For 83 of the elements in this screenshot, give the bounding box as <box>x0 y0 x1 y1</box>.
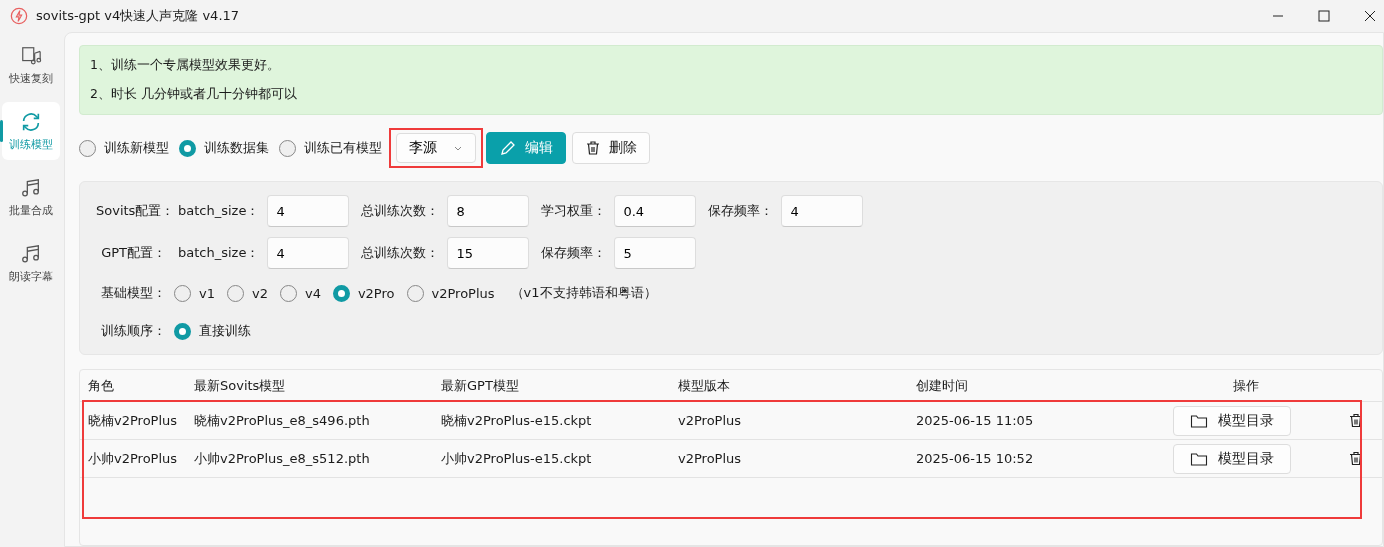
table-cell-text: 小帅v2ProPlus_e8_s512.pth <box>193 449 371 468</box>
column-header: 最新Sovits模型 <box>193 376 287 395</box>
radio-option[interactable]: v2ProPlus <box>406 284 495 302</box>
radio-label: 直接训练 <box>199 322 251 340</box>
maximize-icon[interactable] <box>1318 10 1330 22</box>
close-icon[interactable] <box>1364 10 1376 22</box>
radio-circle[interactable] <box>406 284 424 302</box>
folder-icon <box>1190 412 1208 429</box>
table-cell-text: 2025-06-15 10:52 <box>915 451 1035 466</box>
column-header: 模型版本 <box>677 376 731 395</box>
radio-label: 训练新模型 <box>104 139 169 157</box>
radio-option[interactable]: 直接训练 <box>174 322 251 340</box>
field-label: 保存频率： <box>541 244 607 262</box>
sidebar-item[interactable]: 朗读字幕 <box>2 234 60 292</box>
music-note-icon <box>20 176 42 199</box>
model-folder-button[interactable]: 模型目录 <box>1173 443 1291 474</box>
pencil-icon <box>499 139 517 157</box>
column-header: 创建时间 <box>915 376 969 395</box>
config-label: 训练顺序： <box>100 322 166 340</box>
radio-option[interactable]: 训练新模型 <box>79 139 169 157</box>
radio-option[interactable]: v2 <box>226 284 268 302</box>
sidebar-item[interactable]: 训练模型 <box>2 102 60 160</box>
table-cell-text: 小帅v2ProPlus-e15.ckpt <box>440 449 593 468</box>
radio-circle[interactable] <box>79 139 96 157</box>
table-cell-text: v2ProPlus <box>677 451 743 466</box>
radio-label: v1 <box>199 285 215 301</box>
radio-option[interactable]: 训练数据集 <box>179 139 269 157</box>
radio-option[interactable]: v4 <box>279 284 321 302</box>
number-field[interactable]: 0.4 <box>614 195 697 227</box>
tip-text: 1、训练一个专属模型效果更好。 <box>90 57 281 74</box>
radio-circle[interactable] <box>174 284 191 302</box>
field-label: 总训练次数： <box>361 202 440 220</box>
radio-label: v2Pro <box>357 285 395 301</box>
table-cell-text: 晓楠v2ProPlus_e8_s496.pth <box>193 411 371 430</box>
sync-icon <box>20 110 42 133</box>
window-title: sovits-gpt v4快速人声克隆 v4.17 <box>36 7 240 25</box>
config-label: 基础模型： <box>100 284 166 302</box>
number-field[interactable]: 4 <box>781 195 864 227</box>
radio-label: 训练数据集 <box>204 139 269 157</box>
field-label: batch_size： <box>178 202 260 220</box>
radio-label: v4 <box>304 285 321 301</box>
trash-icon <box>585 140 601 156</box>
table-cell-text: v2ProPlus <box>677 413 743 428</box>
sidebar-item[interactable]: 批量合成 <box>2 168 60 226</box>
bolt-logo-icon <box>10 7 28 25</box>
radio-circle[interactable] <box>179 139 196 157</box>
radio-label: 训练已有模型 <box>304 139 382 157</box>
number-field[interactable]: 4 <box>267 237 350 269</box>
radio-option[interactable]: v1 <box>174 284 215 302</box>
column-header: 最新GPT模型 <box>440 376 520 395</box>
note-text: （v1不支持韩语和粤语） <box>510 284 657 302</box>
number-field[interactable]: 8 <box>447 195 530 227</box>
model-folder-button[interactable]: 模型目录 <box>1173 405 1291 436</box>
delete-button[interactable]: 删除 <box>572 132 650 164</box>
table-cell-text: 小帅v2ProPlus <box>87 449 179 468</box>
table-cell-text: 2025-06-15 11:05 <box>915 413 1035 428</box>
radio-option[interactable]: 训练已有模型 <box>279 139 382 157</box>
number-field[interactable]: 5 <box>614 237 697 269</box>
field-label: 学习权重： <box>541 202 607 220</box>
config-label: GPT配置： <box>100 244 166 262</box>
field-label: 保存频率： <box>708 202 774 220</box>
radio-circle[interactable] <box>226 284 244 302</box>
table-cell-text: 晓楠v2ProPlus-e15.ckpt <box>440 411 593 430</box>
music-sheet-icon <box>20 44 42 67</box>
field-label: batch_size： <box>178 244 260 262</box>
folder-icon <box>1190 450 1208 467</box>
radio-label: v2ProPlus <box>431 285 495 301</box>
sidebar-item[interactable]: 快速复刻 <box>2 36 60 94</box>
music-note-icon <box>20 242 42 265</box>
radio-circle[interactable] <box>279 139 296 157</box>
radio-circle[interactable] <box>332 284 350 302</box>
column-header: 操作 <box>1232 376 1260 395</box>
radio-circle[interactable] <box>174 322 191 340</box>
field-label: 总训练次数： <box>361 244 440 262</box>
number-field[interactable]: 15 <box>447 237 530 269</box>
number-field[interactable]: 4 <box>267 195 350 227</box>
table-cell-text: 晓楠v2ProPlus <box>87 411 179 430</box>
speaker-dropdown[interactable]: 李源 <box>396 133 476 163</box>
radio-label: v2 <box>251 285 268 301</box>
radio-option[interactable]: v2Pro <box>332 284 395 302</box>
column-header: 角色 <box>87 376 115 395</box>
radio-circle[interactable] <box>279 284 297 302</box>
tip-text: 2、时长 几分钟或者几十分钟都可以 <box>90 86 298 103</box>
